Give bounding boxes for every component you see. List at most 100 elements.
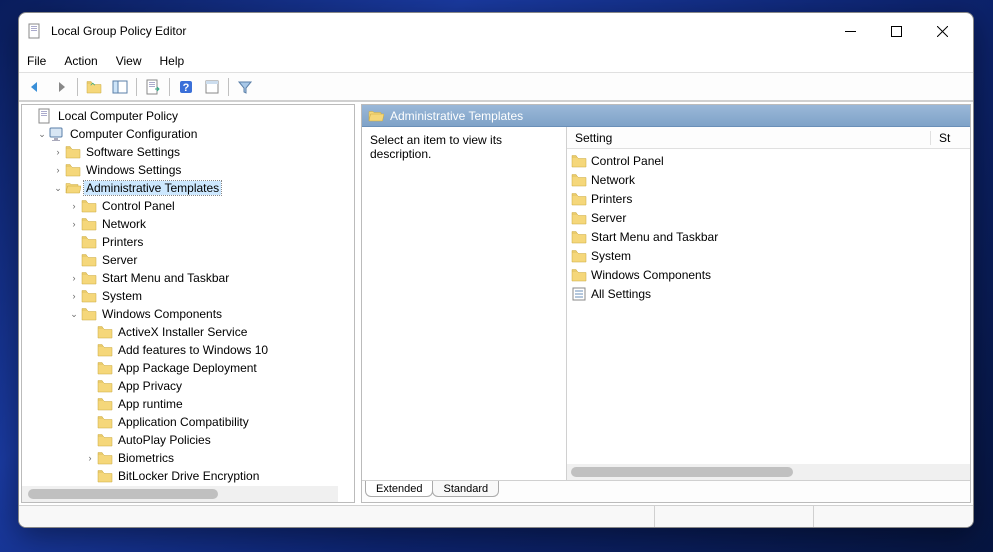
folder-icon bbox=[97, 342, 113, 358]
column-state[interactable]: St bbox=[930, 131, 970, 145]
folder-icon bbox=[81, 306, 97, 322]
chevron-right-icon[interactable]: › bbox=[68, 201, 80, 211]
chevron-right-icon[interactable]: › bbox=[52, 165, 64, 175]
tree-wc-item[interactable]: Application Compatibility bbox=[22, 413, 354, 431]
tree-wc-item[interactable]: App runtime bbox=[22, 395, 354, 413]
list-item[interactable]: Printers bbox=[567, 189, 970, 208]
folder-icon bbox=[97, 360, 113, 376]
list-item[interactable]: Network bbox=[567, 170, 970, 189]
tree-windows-components[interactable]: ⌄Windows Components bbox=[22, 305, 354, 323]
tree-wc-item[interactable]: BitLocker Drive Encryption bbox=[22, 467, 354, 485]
tree-server[interactable]: Server bbox=[22, 251, 354, 269]
filter-button[interactable] bbox=[233, 76, 257, 98]
list-item-all-settings[interactable]: All Settings bbox=[567, 284, 970, 303]
folder-icon bbox=[65, 162, 81, 178]
menu-file[interactable]: File bbox=[27, 54, 46, 68]
menu-help[interactable]: Help bbox=[160, 54, 185, 68]
properties-button[interactable] bbox=[200, 76, 224, 98]
tree-pane[interactable]: Local Computer Policy ⌄Computer Configur… bbox=[21, 104, 355, 503]
tab-standard[interactable]: Standard bbox=[432, 481, 499, 497]
details-header: Administrative Templates bbox=[362, 105, 970, 127]
tree-wc-item[interactable]: AutoPlay Policies bbox=[22, 431, 354, 449]
tree-wc-item[interactable]: ActiveX Installer Service bbox=[22, 323, 354, 341]
window-title: Local Group Policy Editor bbox=[51, 24, 827, 38]
tree-printers[interactable]: Printers bbox=[22, 233, 354, 251]
folder-icon bbox=[81, 270, 97, 286]
chevron-right-icon[interactable]: › bbox=[68, 291, 80, 301]
list-hscrollbar[interactable] bbox=[567, 464, 970, 480]
svg-text:?: ? bbox=[183, 82, 190, 94]
close-button[interactable] bbox=[919, 15, 965, 47]
list-item[interactable]: Server bbox=[567, 208, 970, 227]
folder-icon bbox=[571, 191, 587, 207]
tree-control-panel[interactable]: ›Control Panel bbox=[22, 197, 354, 215]
settings-icon bbox=[571, 286, 587, 302]
toolbar-separator bbox=[228, 78, 229, 96]
export-button[interactable] bbox=[141, 76, 165, 98]
tab-extended[interactable]: Extended bbox=[365, 481, 433, 497]
toolbar-separator bbox=[136, 78, 137, 96]
tree-wc-item[interactable]: Add features to Windows 10 bbox=[22, 341, 354, 359]
maximize-button[interactable] bbox=[873, 15, 919, 47]
chevron-right-icon[interactable]: › bbox=[84, 453, 96, 463]
folder-icon bbox=[97, 324, 113, 340]
folder-icon bbox=[571, 248, 587, 264]
chevron-right-icon[interactable]: › bbox=[68, 273, 80, 283]
list-item[interactable]: Windows Components bbox=[567, 265, 970, 284]
list-item[interactable]: Start Menu and Taskbar bbox=[567, 227, 970, 246]
chevron-right-icon[interactable]: › bbox=[52, 147, 64, 157]
menu-action[interactable]: Action bbox=[64, 54, 97, 68]
folder-icon bbox=[571, 172, 587, 188]
menubar: File Action View Help bbox=[19, 49, 973, 73]
toolbar: ? bbox=[19, 73, 973, 101]
tree-hscrollbar[interactable] bbox=[22, 486, 338, 502]
folder-icon bbox=[97, 432, 113, 448]
tree-wc-item[interactable]: ›Biometrics bbox=[22, 449, 354, 467]
list-item[interactable]: Control Panel bbox=[567, 151, 970, 170]
description-text: Select an item to view its description. bbox=[362, 127, 566, 480]
policy-tree: Local Computer Policy ⌄Computer Configur… bbox=[22, 105, 354, 503]
tree-software-settings[interactable]: ›Software Settings bbox=[22, 143, 354, 161]
column-setting[interactable]: Setting bbox=[567, 131, 930, 145]
tree-administrative-templates[interactable]: ⌄Administrative Templates bbox=[22, 179, 354, 197]
chevron-down-icon[interactable]: ⌄ bbox=[68, 309, 80, 320]
tree-windows-settings[interactable]: ›Windows Settings bbox=[22, 161, 354, 179]
app-window: Local Group Policy Editor File Action Vi… bbox=[18, 12, 974, 528]
back-button[interactable] bbox=[23, 76, 47, 98]
policy-icon bbox=[37, 108, 53, 124]
content-area: Local Computer Policy ⌄Computer Configur… bbox=[19, 101, 973, 505]
forward-button[interactable] bbox=[49, 76, 73, 98]
chevron-down-icon[interactable]: ⌄ bbox=[36, 129, 48, 140]
pc-icon bbox=[49, 126, 65, 142]
list-item[interactable]: System bbox=[567, 246, 970, 265]
folder-open-icon bbox=[368, 108, 384, 124]
details-pane: Administrative Templates Select an item … bbox=[361, 104, 971, 503]
minimize-button[interactable] bbox=[827, 15, 873, 47]
menu-view[interactable]: View bbox=[116, 54, 142, 68]
list-header[interactable]: Setting St bbox=[567, 127, 970, 149]
tree-system[interactable]: ›System bbox=[22, 287, 354, 305]
chevron-down-icon[interactable]: ⌄ bbox=[52, 183, 64, 194]
folder-icon bbox=[97, 396, 113, 412]
folder-icon bbox=[97, 378, 113, 394]
folder-icon bbox=[571, 153, 587, 169]
folder-icon bbox=[81, 252, 97, 268]
folder-icon bbox=[571, 210, 587, 226]
view-tabs: Extended Standard bbox=[362, 480, 970, 502]
tree-computer-configuration[interactable]: ⌄Computer Configuration bbox=[22, 125, 354, 143]
tree-network[interactable]: ›Network bbox=[22, 215, 354, 233]
details-title: Administrative Templates bbox=[390, 109, 523, 123]
titlebar[interactable]: Local Group Policy Editor bbox=[19, 13, 973, 49]
folder-icon bbox=[97, 414, 113, 430]
tree-wc-item[interactable]: App Package Deployment bbox=[22, 359, 354, 377]
help-button[interactable]: ? bbox=[174, 76, 198, 98]
toolbar-separator bbox=[169, 78, 170, 96]
tree-wc-item[interactable]: App Privacy bbox=[22, 377, 354, 395]
chevron-right-icon[interactable]: › bbox=[68, 219, 80, 229]
tree-root[interactable]: Local Computer Policy bbox=[22, 107, 354, 125]
up-button[interactable] bbox=[82, 76, 106, 98]
tree-start-menu-taskbar[interactable]: ›Start Menu and Taskbar bbox=[22, 269, 354, 287]
folder-icon bbox=[81, 198, 97, 214]
folder-icon bbox=[97, 468, 113, 484]
show-hide-tree-button[interactable] bbox=[108, 76, 132, 98]
